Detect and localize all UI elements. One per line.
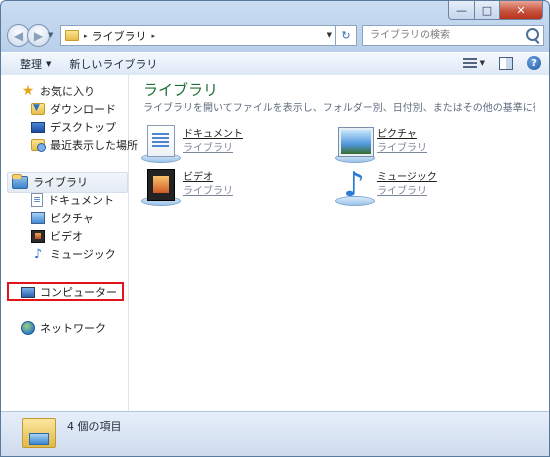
- page-title: ライブラリ: [143, 81, 219, 99]
- explorer-window: — □ ✕ ◀ ▶ ▼ ▸ ライブラリ ▸ ▼ ↻ 整理 ▼ 新しいライブラリ …: [0, 0, 550, 457]
- change-view-icon[interactable]: [462, 57, 477, 69]
- sidebar-item-documents[interactable]: ドキュメント: [31, 191, 114, 209]
- view-options-dropdown[interactable]: ▼: [480, 59, 485, 67]
- breadcrumb-separator[interactable]: ▸: [84, 32, 88, 40]
- preview-pane-icon[interactable]: [499, 56, 513, 70]
- libraries-folder-icon: [65, 30, 79, 41]
- tile-name[interactable]: ミュージック: [377, 168, 437, 183]
- sidebar-item-label: ビデオ: [50, 230, 83, 243]
- documents-icon: [147, 125, 175, 157]
- tile-type: ライブラリ: [183, 186, 233, 197]
- sidebar-item-label: ミュージック: [50, 248, 116, 261]
- library-tile-music[interactable]: ♪ ミュージック ライブラリ: [335, 165, 507, 208]
- recent-places-icon: [31, 139, 46, 152]
- desktop-icon: [31, 121, 45, 133]
- sidebar-item-music[interactable]: ♪ ミュージック: [31, 245, 116, 263]
- page-description: ライブラリを開いてファイルを表示し、フォルダー別、日付別、またはその他の基準に従…: [143, 103, 535, 114]
- organize-label: 整理: [20, 58, 42, 71]
- library-view: ライブラリ ライブラリを開いてファイルを表示し、フォルダー別、日付別、またはその…: [129, 75, 549, 412]
- sidebar-item-label: ドキュメント: [48, 194, 114, 207]
- library-tile-documents[interactable]: ドキュメント ライブラリ: [141, 125, 313, 165]
- sidebar-item-label: デスクトップ: [50, 121, 116, 134]
- downloads-folder-icon: [31, 103, 45, 115]
- forward-button[interactable]: ▶: [27, 24, 50, 47]
- sidebar-item-label: ピクチャ: [50, 212, 94, 225]
- search-box[interactable]: [362, 25, 544, 46]
- sidebar-item-label: お気に入り: [40, 85, 95, 98]
- navigation-bar: ◀ ▶ ▼ ▸ ライブラリ ▸ ▼ ↻: [1, 21, 549, 49]
- library-tile-pictures[interactable]: ピクチャ ライブラリ: [335, 125, 507, 165]
- sidebar-item-favorites[interactable]: ★ お気に入り: [21, 82, 95, 100]
- music-icon: ♪: [33, 246, 43, 262]
- item-count: 4 個の項目: [67, 420, 122, 433]
- tile-name[interactable]: ビデオ: [183, 168, 213, 183]
- breadcrumb-child-arrow[interactable]: ▸: [152, 32, 156, 40]
- search-icon[interactable]: [526, 28, 539, 41]
- address-bar[interactable]: ▸ ライブラリ ▸ ▼: [60, 25, 336, 46]
- new-library-button[interactable]: 新しいライブラリ: [60, 53, 166, 75]
- sidebar-item-pictures[interactable]: ピクチャ: [31, 209, 94, 227]
- refresh-button[interactable]: ↻: [336, 25, 357, 46]
- organize-button[interactable]: 整理 ▼: [1, 53, 60, 75]
- tile-type: ライブラリ: [183, 143, 233, 154]
- documents-icon: [31, 193, 43, 207]
- star-icon: ★: [21, 82, 35, 99]
- pictures-icon: [31, 212, 45, 224]
- breadcrumb-libraries[interactable]: ライブラリ: [92, 28, 147, 44]
- window-caption-buttons: — □ ✕: [448, 1, 543, 20]
- recent-pages-dropdown[interactable]: ▼: [48, 31, 53, 39]
- tile-type: ライブラリ: [377, 143, 427, 154]
- highlight-box: [7, 282, 124, 301]
- videos-icon: [31, 229, 45, 243]
- minimize-button[interactable]: —: [448, 1, 475, 20]
- sidebar-item-label: ダウンロード: [50, 103, 116, 116]
- address-history-dropdown[interactable]: ▼: [327, 31, 332, 39]
- maximize-button[interactable]: □: [475, 1, 500, 20]
- network-icon: [21, 321, 35, 335]
- tile-name[interactable]: ピクチャ: [377, 125, 417, 140]
- details-pane: 4 個の項目: [1, 411, 549, 456]
- close-button[interactable]: ✕: [500, 1, 543, 20]
- search-input[interactable]: [368, 29, 530, 42]
- navigation-pane: ★ お気に入り ダウンロード デスクトップ 最近表示した場所 ライブラリ: [1, 75, 138, 412]
- sidebar-item-desktop[interactable]: デスクトップ: [31, 118, 116, 136]
- tile-name[interactable]: ドキュメント: [183, 125, 243, 140]
- sidebar-item-label: 最近表示した場所: [50, 139, 138, 152]
- libraries-icon: [22, 418, 56, 448]
- sidebar-item-downloads[interactable]: ダウンロード: [31, 100, 116, 118]
- music-icon: ♪: [343, 165, 365, 205]
- libraries-icon: [12, 173, 28, 189]
- sidebar-item-label: ネットワーク: [40, 322, 106, 335]
- pictures-icon: [338, 127, 374, 157]
- chevron-down-icon: ▼: [46, 60, 52, 68]
- sidebar-item-videos[interactable]: ビデオ: [31, 227, 83, 245]
- help-icon[interactable]: ?: [527, 56, 541, 70]
- sidebar-item-network[interactable]: ネットワーク: [21, 319, 106, 337]
- sidebar-item-libraries[interactable]: ライブラリ: [12, 173, 88, 191]
- content-area: ★ お気に入り ダウンロード デスクトップ 最近表示した場所 ライブラリ: [1, 75, 549, 412]
- command-bar: 整理 ▼ 新しいライブラリ ▼ ?: [1, 52, 549, 76]
- view-controls: ▼ ?: [462, 56, 541, 70]
- sidebar-item-label: ライブラリ: [33, 176, 88, 189]
- library-tile-videos[interactable]: ビデオ ライブラリ: [141, 168, 313, 208]
- videos-icon: [147, 169, 175, 201]
- tile-type: ライブラリ: [377, 186, 427, 197]
- sidebar-item-recent-places[interactable]: 最近表示した場所: [31, 136, 138, 154]
